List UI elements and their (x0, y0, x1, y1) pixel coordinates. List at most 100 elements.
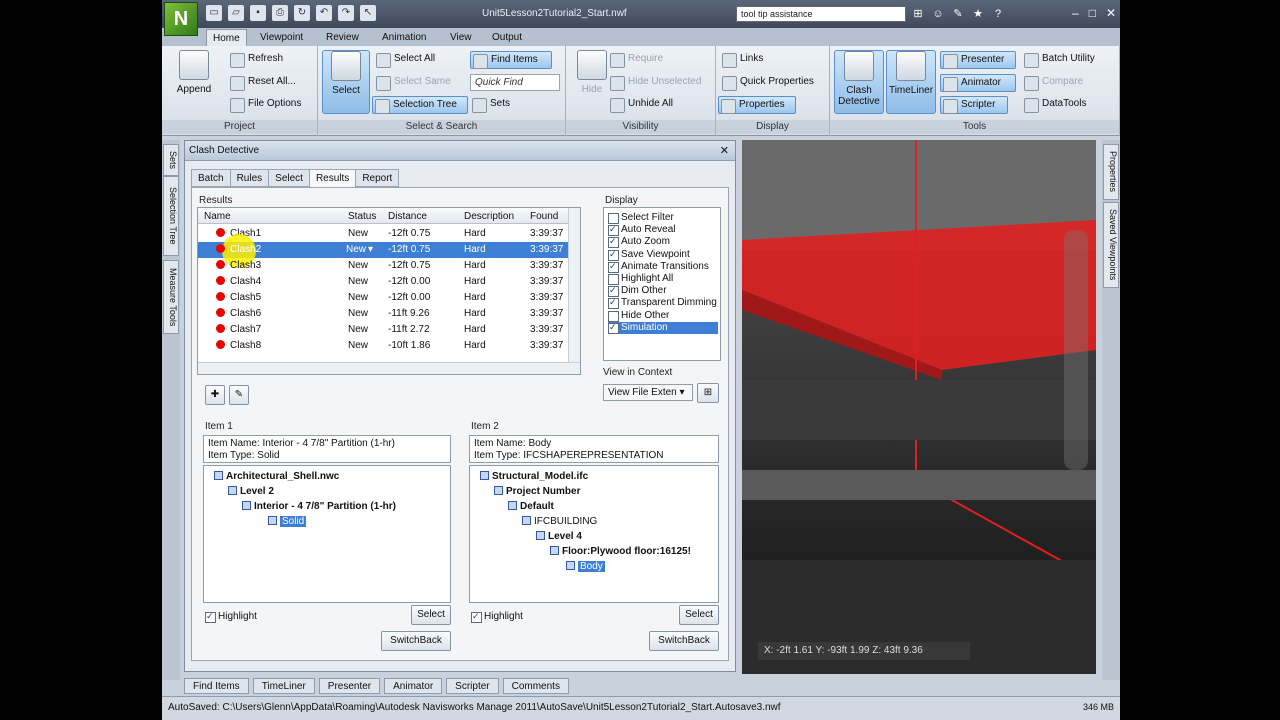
tab-review[interactable]: Review (320, 29, 365, 46)
print-icon[interactable]: ⎙ (272, 5, 288, 21)
tab-results[interactable]: Results (308, 169, 357, 188)
append-button[interactable]: Append (170, 50, 218, 114)
table-row[interactable]: Clash3 New -12ft 0.75 Hard 3:39:37 (198, 258, 568, 274)
tab-report[interactable]: Report (355, 169, 400, 187)
tree-node[interactable]: Level 4 (536, 530, 582, 543)
tools-icon[interactable]: ✎ (950, 6, 966, 22)
cell-status[interactable]: New (346, 244, 366, 255)
display-option-checkbox[interactable]: Dim Other (608, 284, 667, 298)
results-hscroll[interactable] (198, 362, 580, 374)
tab-animation[interactable]: Animation (376, 29, 432, 46)
datatools-button[interactable]: DataTools (1022, 96, 1086, 114)
require-button[interactable]: Require (608, 51, 663, 69)
clash-detective-button[interactable]: Clash Detective (834, 50, 884, 114)
display-option-checkbox[interactable]: Auto Reveal (608, 223, 675, 237)
tree-node[interactable]: Architectural_Shell.nwc (214, 470, 339, 483)
tree-node[interactable]: Default (508, 500, 554, 513)
display-option-checkbox[interactable]: Transparent Dimming (608, 296, 717, 310)
maximize-icon[interactable]: □ (1089, 6, 1096, 20)
table-row[interactable]: Clash7 New -11ft 2.72 Hard 3:39:37 (198, 322, 568, 338)
display-option-checkbox[interactable]: Select Filter (608, 212, 674, 224)
table-row[interactable]: Clash5 New -12ft 0.00 Hard 3:39:37 (198, 290, 568, 306)
users-icon[interactable]: ☺ (930, 6, 946, 22)
select-button[interactable]: Select (322, 50, 370, 114)
redo-icon[interactable]: ↷ (338, 5, 354, 21)
remove-comment-button[interactable]: ✎ (229, 385, 249, 405)
3d-viewport[interactable]: X: -2ft 1.61 Y: -93ft 1.99 Z: 43ft 9.36 (742, 140, 1096, 674)
quick-find-input[interactable]: Quick Find (470, 74, 560, 91)
status-dropdown-icon[interactable]: ▾ (368, 244, 373, 255)
col-status[interactable]: Status (348, 211, 376, 222)
tree-node-selected[interactable]: Body (566, 560, 605, 573)
table-row[interactable]: Clash2 New ▾ -12ft 0.75 Hard 3:39:37 (198, 234, 568, 268)
dock-tab-sets[interactable]: Sets (163, 144, 179, 176)
batch-utility-button[interactable]: Batch Utility (1022, 51, 1095, 69)
table-row[interactable]: Clash4 New -12ft 0.00 Hard 3:39:37 (198, 274, 568, 290)
display-option-checkbox[interactable]: Save Viewpoint (608, 248, 690, 261)
open-icon[interactable]: ▱ (228, 5, 244, 21)
display-option-checkbox[interactable]: Animate Transitions (608, 260, 709, 273)
display-option-checkbox[interactable]: Hide Other (608, 310, 669, 322)
tab-rules[interactable]: Rules (229, 169, 270, 187)
tree-node[interactable]: Level 2 (228, 485, 274, 498)
display-option-checkbox[interactable]: Simulation (608, 321, 718, 334)
undo-icon[interactable]: ↶ (316, 5, 332, 21)
dock-tab-measure-tools[interactable]: Measure Tools (163, 260, 179, 334)
favorites-icon[interactable]: ★ (970, 6, 986, 22)
animator-button[interactable]: Animator (940, 74, 1016, 92)
help-search-input[interactable]: tool tip assistance (736, 6, 906, 22)
bottom-tab-find-items[interactable]: Find Items (184, 678, 249, 694)
save-icon[interactable]: ▪ (250, 5, 266, 21)
tree-node[interactable]: Project Number (494, 485, 580, 498)
item1-switchback-button[interactable]: SwitchBack (381, 631, 451, 651)
selection-tree-button[interactable]: Selection Tree (372, 96, 468, 114)
dock-tab-saved-viewpoints[interactable]: Saved Viewpoints (1103, 202, 1119, 288)
reset-all-button[interactable]: Reset All... (228, 74, 296, 92)
bottom-tab-presenter[interactable]: Presenter (318, 678, 381, 694)
tab-home[interactable]: Home (206, 29, 247, 46)
table-row[interactable]: Clash1 New -12ft 0.75 Hard 3:39:37 (198, 226, 568, 242)
tree-node-selected[interactable]: Solid (268, 515, 307, 528)
close-icon[interactable]: ✕ (1106, 6, 1116, 20)
hide-unselected-button[interactable]: Hide Unselected (608, 74, 701, 92)
view-in-context-button[interactable]: ⊞ (697, 383, 719, 403)
select-arrow-icon[interactable]: ↖ (360, 5, 376, 21)
select-same-button[interactable]: Select Same (374, 74, 451, 92)
view-in-context-select[interactable]: View File Exten ▾ (603, 384, 693, 401)
select-all-button[interactable]: Select All (374, 51, 435, 69)
col-found[interactable]: Found (530, 211, 558, 222)
bottom-tab-comments[interactable]: Comments (502, 678, 569, 694)
bottom-tab-animator[interactable]: Animator (384, 678, 443, 694)
scripter-button[interactable]: Scripter (940, 96, 1008, 114)
new-icon[interactable]: ▭ (206, 5, 222, 21)
item1-highlight-checkbox[interactable]: Highlight (205, 610, 257, 623)
app-logo[interactable]: N (164, 2, 198, 36)
dock-tab-selection-tree[interactable]: Selection Tree (163, 176, 179, 256)
tree-node[interactable]: Structural_Model.ifc (480, 470, 588, 483)
table-row[interactable]: Clash8 New -10ft 1.86 Hard 3:39:37 (198, 338, 568, 354)
tree-node[interactable]: Interior - 4 7/8" Partition (1-hr) (242, 500, 396, 513)
item1-select-button[interactable]: Select (411, 605, 451, 625)
item2-select-button[interactable]: Select (679, 605, 719, 625)
unhide-all-button[interactable]: Unhide All (608, 96, 673, 114)
add-comment-button[interactable]: ✚ (205, 385, 225, 405)
item2-highlight-checkbox[interactable]: Highlight (471, 610, 523, 623)
file-options-button[interactable]: File Options (228, 96, 301, 114)
item2-switchback-button[interactable]: SwitchBack (649, 631, 719, 651)
tab-select[interactable]: Select (268, 169, 310, 187)
table-row[interactable]: Clash6 New -11ft 9.26 Hard 3:39:37 (198, 306, 568, 322)
refresh-button[interactable]: Refresh (228, 51, 283, 69)
tab-viewpoint[interactable]: Viewpoint (254, 29, 309, 46)
col-distance[interactable]: Distance (388, 211, 427, 222)
navigation-bar[interactable] (1064, 230, 1088, 470)
display-option-checkbox[interactable]: Auto Zoom (608, 235, 670, 249)
panel-close-icon[interactable]: ✕ (720, 144, 729, 157)
timeliner-button[interactable]: TimeLiner (886, 50, 936, 114)
find-items-button[interactable]: Find Items (470, 51, 552, 69)
tree-node[interactable]: IFCBUILDING (522, 515, 597, 528)
col-description[interactable]: Description (464, 211, 514, 222)
links-button[interactable]: Links (720, 51, 763, 69)
sets-button[interactable]: Sets (470, 96, 510, 114)
quick-properties-button[interactable]: Quick Properties (720, 74, 814, 92)
bottom-tab-timeliner[interactable]: TimeLiner (252, 678, 315, 694)
